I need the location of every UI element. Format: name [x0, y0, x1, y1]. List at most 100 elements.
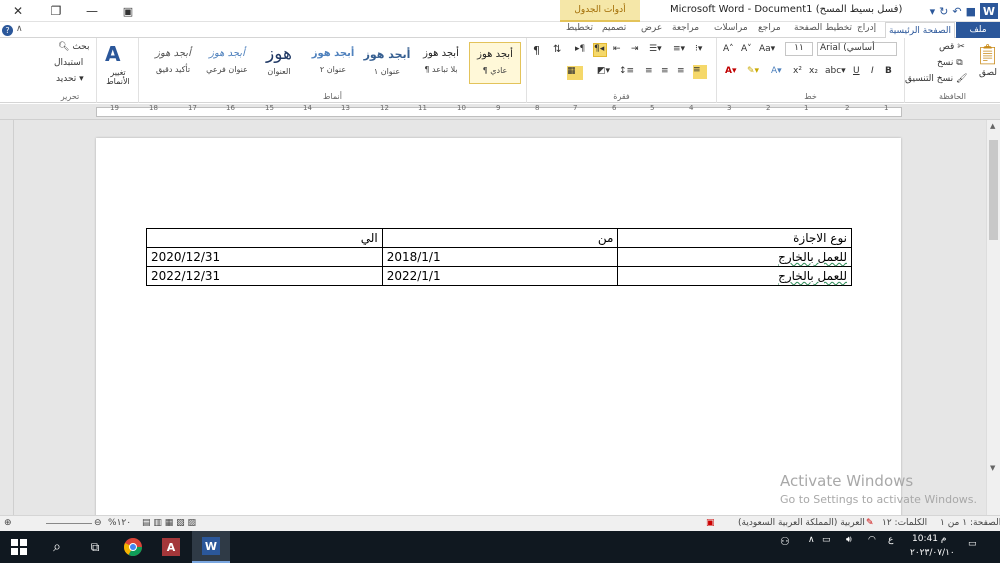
decrease-indent-icon[interactable]: ⇤ — [613, 44, 621, 54]
zoom-level[interactable]: %١٢٠ — [108, 518, 131, 528]
bullets-icon[interactable]: ⁝▾ — [695, 44, 702, 54]
superscript-icon[interactable]: x² — [793, 66, 802, 76]
align-right-icon[interactable]: ≡ — [661, 66, 669, 76]
borders-icon[interactable]: ▦ — [567, 66, 583, 80]
copy-button[interactable]: نسخ ⧉ — [937, 58, 963, 68]
shrink-font-icon[interactable]: A˅ — [741, 44, 752, 54]
line-spacing-icon[interactable]: ↕≡ — [619, 66, 634, 76]
word-taskbar-icon[interactable]: W — [192, 531, 230, 563]
view-buttons[interactable]: ▤ ▥ ▦ ▧ ▨ — [142, 518, 196, 528]
clear-format-icon[interactable]: Aa▾ — [759, 44, 775, 54]
help-icon[interactable]: ? — [2, 25, 13, 36]
vertical-ruler[interactable] — [0, 120, 14, 515]
rtl-icon[interactable]: ¶◂ — [593, 43, 607, 57]
text-effects-icon[interactable]: A▾ — [771, 66, 782, 76]
customize-qat-icon[interactable]: ▾ — [930, 5, 936, 18]
table-cell[interactable]: الي — [146, 228, 383, 248]
paste-icon[interactable]: 📋︎ — [975, 42, 1000, 66]
document-workspace[interactable]: نوع الاجازة من الي للعمل بالخارج 2018/1/… — [14, 120, 986, 515]
page-count[interactable]: الصفحة: ١ من ١ — [940, 518, 1000, 528]
style-normal[interactable]: أبجد هوز ¶ عادي — [469, 42, 521, 84]
tab-view[interactable]: عرض — [641, 23, 662, 33]
subscript-icon[interactable]: x₂ — [809, 66, 818, 76]
style-title[interactable]: هوز العنوان — [253, 42, 305, 84]
style-subtle-emphasis[interactable]: أبجد هوز تأكيد دقيق — [147, 42, 199, 84]
zoom-in-icon[interactable]: ⊕ — [4, 518, 12, 528]
justify-icon[interactable]: ≡ — [645, 66, 653, 76]
tab-file[interactable]: ملف — [956, 22, 1000, 38]
people-icon[interactable]: ⚇ — [780, 535, 790, 548]
table-cell[interactable]: 2022/12/31 — [146, 266, 383, 286]
word-count[interactable]: الكلمات: ١٢ — [882, 518, 927, 528]
align-left-icon[interactable]: ≡ — [693, 65, 707, 79]
paste-button[interactable]: لصق — [979, 68, 997, 78]
table-cell[interactable]: نوع الاجازة — [617, 228, 852, 248]
style-subtitle[interactable]: أبجد هوز عنوان فرعي — [201, 42, 253, 84]
increase-indent-icon[interactable]: ⇥ — [631, 44, 639, 54]
scroll-up-icon[interactable]: ▲ — [990, 122, 995, 130]
save-icon[interactable]: ■ — [966, 5, 976, 18]
table-cell[interactable]: 2022/1/1 — [381, 266, 619, 286]
search-icon[interactable]: ⌕ — [38, 531, 76, 563]
zoom-slider[interactable] — [46, 523, 92, 524]
change-styles-icon[interactable]: A — [105, 42, 120, 66]
word-app-icon[interactable]: W — [980, 3, 998, 19]
table-cell[interactable]: 2020/12/31 — [146, 247, 383, 267]
change-styles-button[interactable]: تغيير الأنماط — [101, 68, 135, 86]
task-view-icon[interactable]: ⧉ — [76, 531, 114, 563]
proofing-icon[interactable]: ✎ — [866, 518, 874, 528]
tab-page-layout[interactable]: تخطيط الصفحة — [794, 23, 852, 33]
access-app-icon[interactable]: A — [152, 531, 190, 563]
show-hidden-icons[interactable]: ∧ — [808, 535, 815, 545]
tab-insert[interactable]: إدراج — [857, 23, 876, 33]
italic-button[interactable]: I — [871, 66, 874, 76]
table-tools-context-tab[interactable]: أدوات الجدول — [560, 0, 640, 22]
scroll-down-icon[interactable]: ▼ — [990, 464, 995, 472]
clock-time[interactable]: 10:41 م — [912, 534, 946, 544]
notifications-icon[interactable]: ▭ — [968, 539, 977, 549]
highlight-icon[interactable]: ✎▾ — [747, 66, 759, 76]
tab-mailings[interactable]: مراسلات — [714, 23, 748, 33]
format-painter-button[interactable]: نسخ التنسيق 🖌︎ — [905, 74, 967, 84]
show-marks-icon[interactable]: ¶ — [533, 44, 540, 57]
bold-button[interactable]: B — [885, 66, 892, 76]
document-page[interactable]: نوع الاجازة من الي للعمل بالخارج 2018/1/… — [96, 138, 901, 515]
collapse-ribbon-icon[interactable]: ∧ — [16, 24, 23, 34]
tab-design[interactable]: تصميم — [602, 23, 626, 33]
tab-references[interactable]: مراجع — [758, 23, 781, 33]
shading-icon[interactable]: ◩▾ — [597, 66, 610, 76]
close-window-button[interactable]: ✕ — [0, 0, 36, 22]
tab-home[interactable]: الصفحة الرئيسية — [885, 22, 955, 38]
style-heading-2[interactable]: أبجد هوز عنوان ٢ — [307, 42, 359, 84]
table-cell[interactable]: للعمل بالخارج — [617, 266, 852, 286]
sort-icon[interactable]: ⇅ — [553, 44, 561, 55]
restore-window-button[interactable]: ❐ — [38, 0, 74, 22]
align-center-icon[interactable]: ≡ — [677, 66, 685, 76]
table-cell[interactable]: 2018/1/1 — [381, 247, 619, 267]
zoom-out-icon[interactable]: ⊖ — [94, 518, 102, 528]
input-language[interactable]: ع — [888, 535, 893, 545]
ltr-icon[interactable]: ▸¶ — [575, 44, 585, 54]
horizontal-ruler[interactable]: 1 2 1 2 3 4 5 6 7 8 9 10 11 12 13 14 15 … — [0, 104, 1000, 120]
select-button[interactable]: تحديد ▾ — [56, 74, 84, 84]
language-status[interactable]: العربية (المملكة العربية السعودية) — [738, 518, 865, 528]
macro-record-icon[interactable]: ▣ — [706, 518, 715, 528]
ribbon-display-options-button[interactable]: ▣ — [110, 0, 146, 22]
start-button[interactable] — [0, 531, 38, 563]
font-size-select[interactable]: ١١ — [785, 42, 813, 56]
replace-button[interactable]: استبدال — [54, 58, 83, 68]
multilevel-list-icon[interactable]: ☰▾ — [649, 44, 662, 54]
scrollbar-thumb[interactable] — [989, 140, 998, 240]
vertical-scrollbar[interactable]: ▲ ▼ — [986, 120, 1000, 515]
cut-button[interactable]: قص ✂ — [939, 42, 965, 52]
font-color-icon[interactable]: A▾ — [725, 66, 736, 76]
chrome-icon[interactable] — [114, 531, 152, 563]
table-cell[interactable]: للعمل بالخارج — [617, 247, 852, 267]
minimize-window-button[interactable]: — — [74, 0, 110, 22]
numbering-icon[interactable]: ≡▾ — [673, 44, 685, 54]
undo-icon[interactable]: ↶ — [952, 5, 961, 18]
strikethrough-icon[interactable]: abc▾ — [825, 66, 846, 76]
leave-table[interactable]: نوع الاجازة من الي للعمل بالخارج 2018/1/… — [146, 228, 852, 286]
find-button[interactable]: 🔍︎ بحث — [58, 42, 89, 52]
network-icon[interactable]: ▭ — [822, 535, 831, 545]
